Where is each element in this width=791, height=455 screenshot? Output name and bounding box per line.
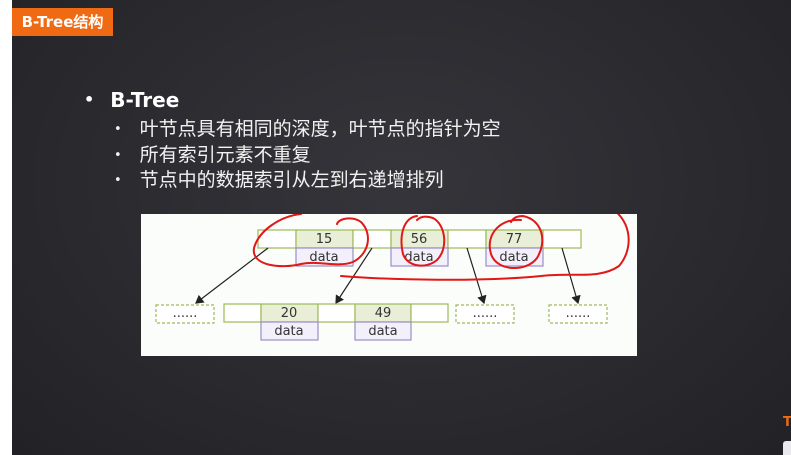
pointer-arrow bbox=[195, 247, 269, 304]
root-pointer-cell bbox=[447, 229, 487, 249]
btree-figure: 15 56 77 data data data ...... ...... ..… bbox=[141, 214, 637, 356]
btree-diagram: 15 56 77 data data data ...... ...... ..… bbox=[155, 214, 630, 341]
bullet-main: • B-Tree bbox=[84, 88, 179, 112]
sub-bullet-3: • 节点中的数据索引从左到右递增排列 bbox=[114, 165, 444, 192]
leaf-key-2: 49 bbox=[375, 306, 392, 321]
leaf-data-label: data bbox=[368, 324, 397, 339]
sub-bullet-3-label: 节点中的数据索引从左到右递增排列 bbox=[139, 169, 444, 191]
bullet-dot-icon: • bbox=[114, 173, 122, 188]
leaf-key-1: 20 bbox=[281, 306, 298, 321]
bullet-main-label: B-Tree bbox=[110, 88, 180, 112]
sub-bullet-1-label: 叶节点具有相同的深度，叶节点的指针为空 bbox=[139, 118, 501, 140]
bullet-dot-icon: • bbox=[114, 148, 122, 163]
root-key-2: 56 bbox=[411, 232, 428, 247]
root-pointer-cell bbox=[542, 229, 582, 249]
leaf-pointer-cell bbox=[410, 303, 449, 323]
pointer-arrow bbox=[466, 247, 487, 305]
sub-bullet-2-label: 所有索引元素不重复 bbox=[139, 144, 311, 166]
slide: B-Tree结构 • B-Tree • 叶节点具有相同的深度，叶节点的指针为空 • 所… bbox=[12, 0, 791, 455]
corner-logo-badge bbox=[783, 441, 791, 455]
root-pointer-cell bbox=[352, 229, 392, 249]
sub-bullet-2: • 所有索引元素不重复 bbox=[114, 140, 311, 167]
leaf-pointer-cell bbox=[223, 303, 262, 323]
bullet-dot-icon: • bbox=[114, 122, 122, 137]
root-key-1: 15 bbox=[316, 232, 333, 247]
leaf-ellipsis: ...... bbox=[473, 306, 498, 321]
corner-logo: T bbox=[783, 415, 791, 455]
leaf-pointer-cell bbox=[317, 303, 356, 323]
root-data-label: data bbox=[499, 250, 528, 265]
leaf-data-label: data bbox=[274, 324, 303, 339]
leaf-ellipsis: ...... bbox=[566, 306, 591, 321]
title-tab: B-Tree结构 bbox=[12, 8, 113, 36]
sub-bullet-1: • 叶节点具有相同的深度，叶节点的指针为空 bbox=[114, 114, 501, 141]
bullet-dot-icon: • bbox=[84, 90, 95, 109]
corner-logo-letter: T bbox=[783, 415, 791, 430]
leaf-ellipsis: ...... bbox=[173, 306, 198, 321]
root-key-3: 77 bbox=[506, 232, 523, 247]
